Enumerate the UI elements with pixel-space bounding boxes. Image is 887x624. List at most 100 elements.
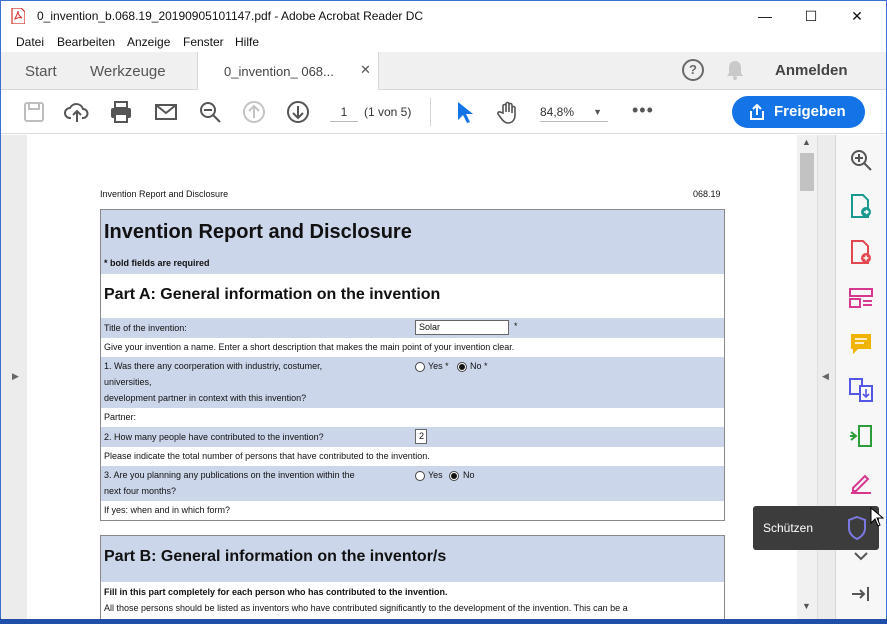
sign-in-button[interactable]: Anmelden xyxy=(775,62,848,79)
part-b-heading: Part B: General information on the inven… xyxy=(104,548,447,565)
share-button[interactable]: Freigeben xyxy=(732,96,865,128)
notification-bell-icon[interactable] xyxy=(725,59,745,81)
pdf-file-icon xyxy=(11,8,25,24)
scroll-up-icon[interactable]: ▲ xyxy=(802,137,811,147)
tabs-bar: Start Werkzeuge 0_invention_ 068... ✕ ? … xyxy=(1,52,886,90)
tab-document[interactable]: 0_invention_ 068... ✕ xyxy=(197,52,379,90)
fill-sign-icon[interactable] xyxy=(848,469,874,495)
email-icon[interactable] xyxy=(153,99,179,125)
zoom-out-icon[interactable] xyxy=(197,99,223,125)
save-icon[interactable] xyxy=(21,99,47,125)
compress-icon[interactable] xyxy=(848,423,874,449)
combine-files-icon[interactable] xyxy=(848,377,874,403)
scrollbar-thumb[interactable] xyxy=(800,153,814,191)
toolbar: 1 (1 von 5) 84,8% ▼ ••• Freigeben xyxy=(1,90,886,134)
page-count: (1 von 5) xyxy=(364,105,412,119)
maximize-button[interactable]: ☐ xyxy=(788,1,834,31)
question-2-row: 2. How many people have contributed to t… xyxy=(101,427,724,447)
scroll-down-icon[interactable]: ▼ xyxy=(802,601,811,611)
question-2-hint-row: Please indicate the total number of pers… xyxy=(101,447,724,466)
question-3-followup: If yes: when and in which form? xyxy=(104,505,231,515)
part-b-heading-row: Part B: General information on the inven… xyxy=(101,536,724,582)
share-label: Freigeben xyxy=(774,103,846,120)
contributors-count-field[interactable]: 2 xyxy=(415,429,427,444)
partner-label: Partner: xyxy=(104,412,137,422)
tab-tools[interactable]: Werkzeuge xyxy=(90,63,166,80)
question-1-row: 1. Was there any coorperation with indus… xyxy=(101,357,724,408)
page-header-left: Invention Report and Disclosure xyxy=(100,189,229,199)
menu-fenster[interactable]: Fenster xyxy=(183,35,224,49)
menu-bearbeiten[interactable]: Bearbeiten xyxy=(57,35,115,49)
mouse-pointer-icon xyxy=(870,507,884,527)
title-hint-row: Give your invention a name. Enter a shor… xyxy=(101,338,724,357)
menu-datei[interactable]: Datei xyxy=(16,35,44,49)
acrobat-window: 0_invention_b‍.068.19_20190905101147.pdf… xyxy=(0,0,887,619)
part-b-fill-instruction: Fill in this part completely for each pe… xyxy=(104,587,448,597)
more-options-icon[interactable]: ••• xyxy=(632,100,654,121)
required-note: * bold fields are required xyxy=(104,258,210,268)
help-icon[interactable]: ? xyxy=(682,59,704,81)
question-2: 2. How many people have contributed to t… xyxy=(104,432,324,442)
menu-anzeige[interactable]: Anzeige xyxy=(127,35,170,49)
window-title: 0_invention_b‍.068.19_20190905101147.pdf… xyxy=(37,9,424,23)
question-2-hint: Please indicate the total number of pers… xyxy=(104,451,430,461)
page-number-input[interactable]: 1 xyxy=(330,102,358,122)
title-row: Title of the invention: Solar * xyxy=(101,318,724,338)
comment-icon[interactable] xyxy=(848,331,874,357)
pdf-page: Invention Report and Disclosure 068.19 I… xyxy=(27,135,797,619)
q1-yes-radio[interactable] xyxy=(415,362,425,372)
zoom-select[interactable]: 84,8% ▼ xyxy=(540,102,608,122)
menu-hilfe[interactable]: Hilfe xyxy=(235,35,259,49)
part-b-note: All those persons should be listed as in… xyxy=(104,603,628,613)
q3-yes-label: Yes xyxy=(428,470,443,480)
zoom-value: 84,8% xyxy=(540,105,575,119)
question-1-line2: universities, xyxy=(104,377,152,387)
q1-no-radio[interactable] xyxy=(457,362,467,372)
organize-pages-icon[interactable] xyxy=(848,285,874,311)
partner-row: Partner: xyxy=(101,408,724,427)
part-b-intro-row: Fill in this part completely for each pe… xyxy=(101,582,724,619)
close-tab-icon[interactable]: ✕ xyxy=(360,62,371,78)
q3-yes-radio[interactable] xyxy=(415,471,425,481)
select-cursor-icon[interactable] xyxy=(451,99,477,125)
export-pdf-icon[interactable] xyxy=(848,193,874,219)
left-panel-toggle[interactable]: ▶ xyxy=(1,135,27,619)
document-viewport[interactable]: ▶ Invention Report and Disclosure 068.19… xyxy=(1,135,835,619)
q3-no-radio[interactable] xyxy=(449,471,459,481)
question-1-line3: development partner in context with this… xyxy=(104,393,307,403)
question-3-line2: next four months? xyxy=(104,486,177,496)
part-a-heading: Part A: General information on the inven… xyxy=(104,286,441,303)
title-hint: Give your invention a name. Enter a shor… xyxy=(104,342,515,352)
question-3-line1: 3. Are you planning any publications on … xyxy=(104,470,355,480)
q3-no-label: No xyxy=(463,470,475,480)
document-tab-label: 0_invention_ 068... xyxy=(224,64,334,79)
upload-icon[interactable] xyxy=(64,99,90,125)
create-pdf-icon[interactable] xyxy=(848,239,874,265)
menu-bar: Datei Bearbeiten Anzeige Fenster Hilfe xyxy=(1,31,886,52)
protect-tooltip: Schützen xyxy=(753,506,879,550)
close-button[interactable]: ✕ xyxy=(834,1,880,31)
form-part-a: Invention Report and Disclosure * bold f… xyxy=(100,209,725,521)
page-up-icon[interactable] xyxy=(241,99,267,125)
toolbar-divider xyxy=(430,98,431,126)
zoom-in-icon[interactable] xyxy=(848,147,874,173)
expand-left-icon: ▶ xyxy=(12,371,19,381)
collapse-panel-icon[interactable] xyxy=(848,581,874,607)
form-title-row: Invention Report and Disclosure * bold f… xyxy=(101,210,724,274)
chevron-down-icon: ▼ xyxy=(593,107,602,117)
part-a-heading-row: Part A: General information on the inven… xyxy=(101,274,724,318)
page-down-icon[interactable] xyxy=(285,99,311,125)
invention-title-field[interactable]: Solar xyxy=(415,320,509,335)
protect-icon[interactable] xyxy=(846,515,868,541)
minimize-button[interactable]: — xyxy=(742,1,788,31)
title-bar: 0_invention_b‍.068.19_20190905101147.pdf… xyxy=(1,1,886,31)
form-part-b: Part B: General information on the inven… xyxy=(100,535,725,619)
question-3-row: 3. Are you planning any publications on … xyxy=(101,466,724,501)
collapse-right-icon: ◀ xyxy=(822,371,829,381)
tab-start[interactable]: Start xyxy=(25,63,57,80)
hand-icon[interactable] xyxy=(495,99,521,125)
share-icon xyxy=(750,104,764,120)
print-icon[interactable] xyxy=(108,99,134,125)
question-1-line1: 1. Was there any coorperation with indus… xyxy=(104,361,323,371)
q1-yes-label: Yes * xyxy=(428,361,449,371)
